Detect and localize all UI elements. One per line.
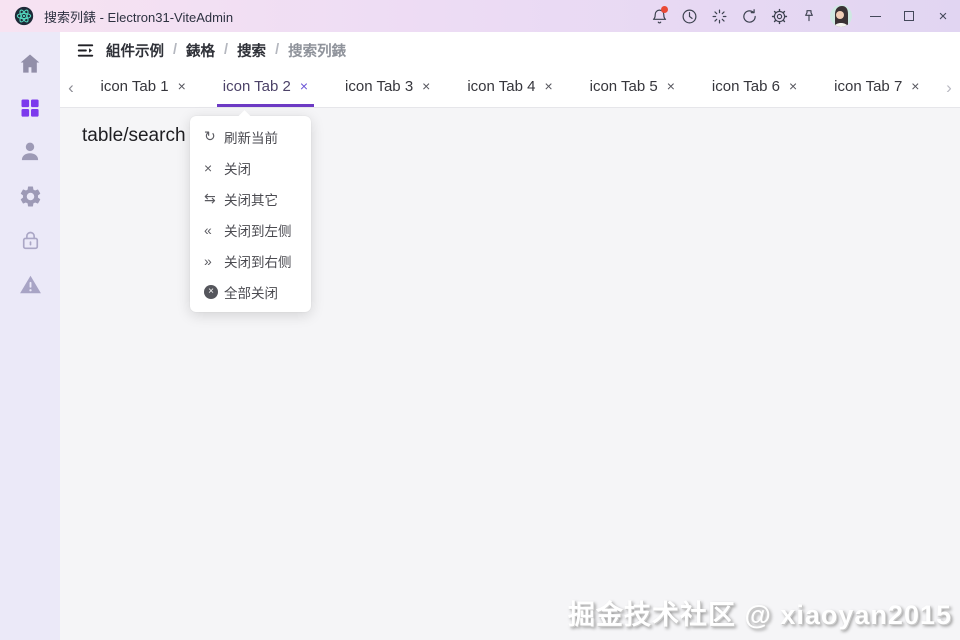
swap-arrows-icon: ⇆ [204, 190, 224, 207]
watermark: 掘金技术社区 @ xiaoyan2015 [568, 593, 952, 632]
gear-icon[interactable] [764, 0, 794, 32]
tab-close-icon[interactable]: × [789, 79, 797, 93]
breadcrumb-separator: / [173, 42, 177, 58]
menu-item-close-all[interactable]: × 全部关闭 [190, 276, 311, 307]
tab-icon-tab-4[interactable]: icon Tab 4 × [449, 68, 571, 107]
home-icon [17, 51, 43, 77]
user-icon [17, 139, 43, 165]
menu-item-close[interactable]: × 关闭 [190, 152, 311, 183]
breadcrumb-bar: 組件示例 / 錶格 / 搜索 / 搜索列錶 [60, 32, 960, 68]
breadcrumb-separator: / [224, 42, 228, 58]
sidebar [0, 32, 60, 640]
tab-close-icon[interactable]: × [178, 79, 186, 93]
breadcrumb-item-current: 搜索列錶 [288, 40, 346, 61]
grid-icon [18, 96, 42, 120]
notification-dot [661, 6, 668, 13]
menu-item-close-left[interactable]: « 关闭到左侧 [190, 214, 311, 245]
sidebar-item-lock[interactable] [0, 218, 60, 262]
clock-icon[interactable] [674, 0, 704, 32]
refresh-icon[interactable] [734, 0, 764, 32]
gear-icon [18, 184, 43, 209]
sidebar-item-warning[interactable] [0, 262, 60, 306]
lock-icon [18, 228, 43, 253]
double-chevron-right-icon: » [204, 253, 224, 269]
tab-context-menu: ↻ 刷新当前 × 关闭 ⇆ 关闭其它 « 关闭到左侧 » 关闭到右侧 × 全部关… [190, 116, 311, 312]
close-icon: × [204, 160, 224, 176]
tab-close-icon[interactable]: × [667, 79, 675, 93]
close-button[interactable]: × [926, 0, 960, 32]
bell-icon[interactable] [644, 0, 674, 32]
tab-icon-tab-3[interactable]: icon Tab 3 × [327, 68, 449, 107]
breadcrumb: 組件示例 / 錶格 / 搜索 / 搜索列錶 [106, 40, 346, 61]
tab-icon-tab-6[interactable]: icon Tab 6 × [693, 68, 815, 107]
minimize-button[interactable] [858, 0, 892, 32]
electron-logo-icon [14, 6, 34, 26]
tabs-scroll-left-icon[interactable]: ‹ [60, 68, 82, 107]
menu-item-refresh-current[interactable]: ↻ 刷新当前 [190, 121, 311, 152]
tabbar: ‹ icon Tab 1 × icon Tab 2 × icon Tab 3 ×… [60, 68, 960, 108]
double-chevron-left-icon: « [204, 222, 224, 238]
sidebar-item-home[interactable] [0, 42, 60, 86]
breadcrumb-item[interactable]: 錶格 [186, 40, 215, 61]
tabs-scroll-right-icon[interactable]: › [938, 68, 960, 107]
titlebar: 搜索列錶 - Electron31-ViteAdmin [0, 0, 960, 32]
breadcrumb-item[interactable]: 組件示例 [106, 40, 164, 61]
menu-item-close-others[interactable]: ⇆ 关闭其它 [190, 183, 311, 214]
tab-close-icon[interactable]: × [422, 79, 430, 93]
maximize-button[interactable] [892, 0, 926, 32]
sidebar-item-user[interactable] [0, 130, 60, 174]
tab-close-icon[interactable]: × [544, 79, 552, 93]
pin-icon[interactable] [794, 0, 824, 32]
refresh-icon: ↻ [204, 128, 224, 145]
avatar[interactable] [824, 0, 858, 32]
menu-fold-icon[interactable] [76, 32, 106, 68]
sidebar-item-components[interactable] [0, 86, 60, 130]
tab-close-icon[interactable]: × [911, 79, 919, 93]
tab-icon-tab-1[interactable]: icon Tab 1 × [82, 68, 204, 107]
sparkle-icon[interactable] [704, 0, 734, 32]
sidebar-item-settings[interactable] [0, 174, 60, 218]
breadcrumb-separator: / [275, 42, 279, 58]
warning-icon [18, 272, 43, 297]
tab-icon-tab-5[interactable]: icon Tab 5 × [571, 68, 693, 107]
tab-icon-tab-2[interactable]: icon Tab 2 × [204, 68, 326, 107]
close-circle-icon: × [204, 285, 218, 299]
menu-item-close-right[interactable]: » 关闭到右侧 [190, 245, 311, 276]
breadcrumb-item[interactable]: 搜索 [237, 40, 266, 61]
window-title: 搜索列錶 - Electron31-ViteAdmin [44, 7, 233, 26]
tab-icon-tab-7[interactable]: icon Tab 7 × [816, 68, 938, 107]
tab-close-icon[interactable]: × [300, 79, 308, 93]
